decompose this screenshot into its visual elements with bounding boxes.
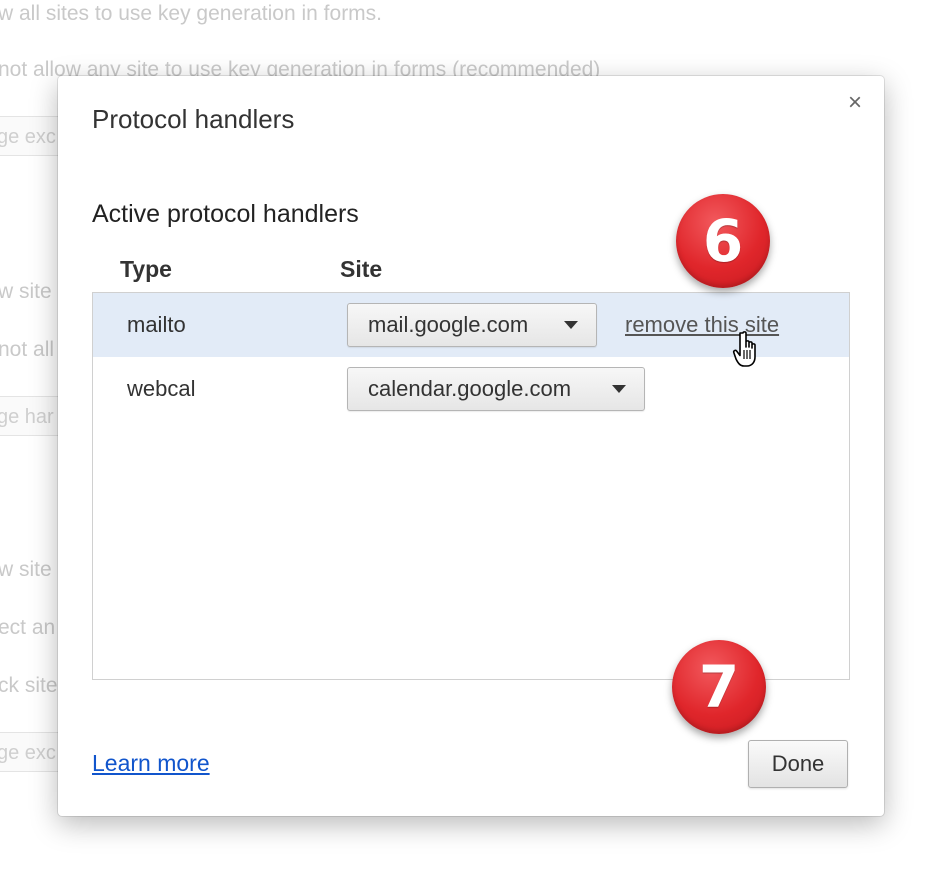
step-badge-7: 7 xyxy=(672,640,766,734)
chevron-down-icon xyxy=(564,321,578,329)
learn-more-link[interactable]: Learn more xyxy=(92,750,210,777)
background-text: w site xyxy=(0,280,52,303)
background-text: w site xyxy=(0,558,52,581)
remove-site-link[interactable]: remove this site xyxy=(625,312,779,338)
handlers-list: mailto mail.google.com remove this site … xyxy=(92,292,850,680)
background-text: ect an xyxy=(0,616,56,639)
background-text: ck site xyxy=(0,674,58,697)
site-select-mailto[interactable]: mail.google.com xyxy=(347,303,597,347)
close-icon[interactable]: × xyxy=(842,89,868,116)
done-button[interactable]: Done xyxy=(748,740,848,788)
site-select-value: mail.google.com xyxy=(368,312,529,337)
site-select-webcal[interactable]: calendar.google.com xyxy=(347,367,645,411)
background-text: not all xyxy=(0,338,55,361)
dialog-title: Protocol handlers xyxy=(92,104,295,134)
handler-type: webcal xyxy=(127,376,196,401)
step-badge-6: 6 xyxy=(676,194,770,288)
site-select-value: calendar.google.com xyxy=(368,376,572,401)
handler-type: mailto xyxy=(127,312,186,337)
column-header-type: Type xyxy=(120,256,172,282)
background-text: w all sites to use key generation in for… xyxy=(0,2,383,25)
column-header-site: Site xyxy=(340,256,383,282)
section-title: Active protocol handlers xyxy=(92,200,359,228)
close-glyph: × xyxy=(847,89,862,116)
handler-row-webcal[interactable]: webcal calendar.google.com xyxy=(93,357,849,421)
handler-row-mailto[interactable]: mailto mail.google.com remove this site xyxy=(93,293,849,357)
chevron-down-icon xyxy=(612,385,626,393)
